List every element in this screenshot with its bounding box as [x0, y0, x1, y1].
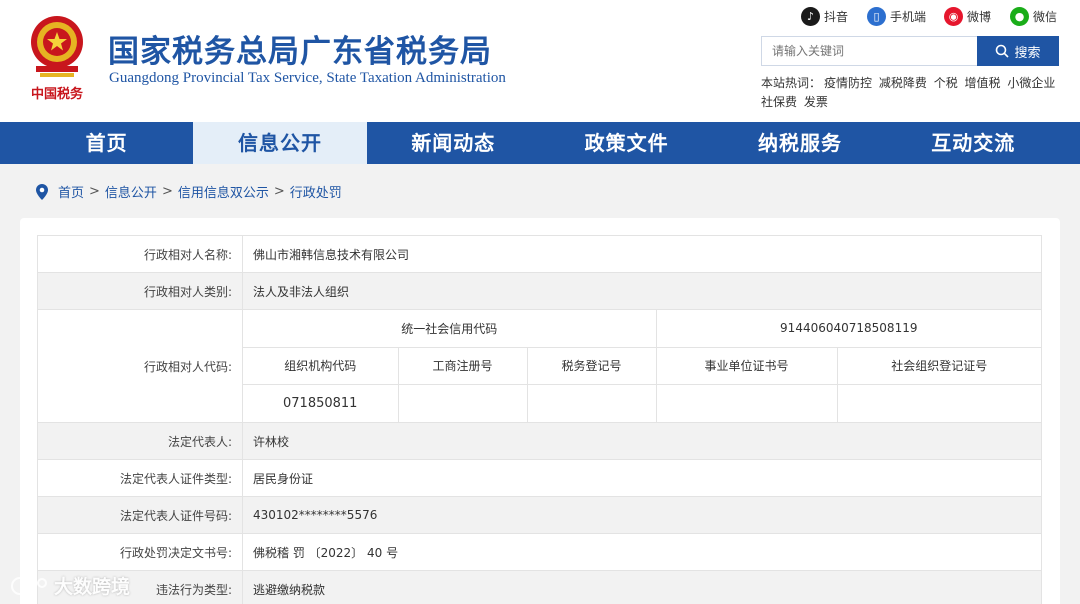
hot-words: 本站热词： 疫情防控 减税降费 个税 增值税 小微企业 社保费 发票	[761, 74, 1061, 112]
location-pin-icon	[36, 183, 48, 200]
hot-word[interactable]: 个税	[934, 76, 958, 90]
table-row: 行政相对人代码: 统一社会信用代码 914406040718508119 组织机…	[37, 309, 1042, 423]
breadcrumb-separator: >	[161, 184, 173, 199]
field-value: 佛山市湘韩信息技术有限公司	[242, 235, 1042, 273]
uscc-label: 统一社会信用代码	[243, 310, 657, 348]
nav-item-info-disclosure[interactable]: 信息公开	[193, 122, 367, 164]
code-value	[836, 383, 1041, 422]
social-label: 手机端	[890, 10, 927, 24]
field-label: 行政相对人名称:	[37, 235, 243, 273]
code-header: 社会组织登记证号	[836, 346, 1041, 385]
breadcrumb-penalty[interactable]: 行政处罚	[290, 182, 342, 201]
field-value: 法人及非法人组织	[242, 272, 1042, 310]
field-label: 法定代表人证件号码:	[37, 496, 243, 534]
weibo-icon: ◉	[944, 7, 963, 26]
social-mobile-link[interactable]: ▯ 手机端	[867, 7, 926, 26]
watermark: 大数跨境	[10, 572, 130, 599]
code-header: 事业单位证书号	[655, 346, 838, 385]
table-row: 行政相对人类别: 法人及非法人组织	[37, 272, 1042, 310]
breadcrumb-credit[interactable]: 信用信息双公示	[178, 182, 269, 201]
watermark-logo-icon	[11, 576, 47, 595]
code-header: 税务登记号	[526, 346, 657, 385]
penalty-detail-table: 行政相对人名称: 佛山市湘韩信息技术有限公司 行政相对人类别: 法人及非法人组织…	[37, 235, 1042, 604]
field-label: 行政处罚决定文书号:	[37, 533, 243, 571]
hot-word[interactable]: 社保费	[761, 95, 797, 109]
search-input[interactable]	[761, 36, 978, 66]
nav-item-home[interactable]: 首页	[20, 122, 193, 164]
field-value: 430102********5576	[242, 496, 1042, 534]
wechat-icon: ●	[1010, 7, 1029, 26]
field-value: 许林校	[242, 422, 1042, 460]
code-value	[526, 383, 657, 422]
code-subtable: 统一社会信用代码 914406040718508119 组织机构代码 工商注册号…	[243, 310, 1041, 422]
hot-word[interactable]: 减税降费	[879, 76, 927, 90]
site-subtitle: Guangdong Provincial Tax Service, State …	[109, 70, 506, 86]
social-label: 抖音	[824, 10, 849, 24]
table-row: 行政处罚决定文书号: 佛税稽 罚 〔2022〕 40 号	[37, 533, 1042, 571]
hot-words-label: 本站热词：	[761, 76, 822, 90]
field-value: 逃避缴纳税款	[242, 570, 1042, 604]
breadcrumb-separator: >	[89, 184, 100, 199]
code-value: 071850811	[243, 383, 399, 422]
code-value	[655, 383, 838, 422]
table-row: 法定代表人: 许林校	[37, 422, 1042, 460]
uscc-value: 914406040718508119	[655, 310, 1041, 348]
nav-item-policy[interactable]: 政策文件	[540, 122, 713, 164]
table-row: 法定代表人证件号码: 430102********5576	[37, 496, 1042, 534]
tiktok-icon: ♪	[801, 7, 820, 26]
search-icon	[996, 44, 1010, 58]
social-label: 微信	[1033, 10, 1058, 24]
hot-word[interactable]: 小微企业	[1007, 76, 1055, 90]
tax-emblem-logo[interactable]: 中国税务	[22, 12, 92, 104]
mobile-icon: ▯	[867, 7, 886, 26]
search-button[interactable]: 搜索	[977, 36, 1059, 66]
table-row: 行政相对人名称: 佛山市湘韩信息技术有限公司	[37, 235, 1042, 273]
emblem-text: 中国税务	[31, 86, 84, 102]
field-label: 法定代表人证件类型:	[37, 459, 243, 497]
nav-item-tax-service[interactable]: 纳税服务	[713, 122, 886, 164]
breadcrumb-info-disclosure[interactable]: 信息公开	[105, 182, 157, 201]
code-header: 工商注册号	[397, 346, 528, 385]
nav-item-interaction[interactable]: 互动交流	[887, 122, 1060, 164]
code-value	[397, 383, 528, 422]
table-row: 法定代表人证件类型: 居民身份证	[37, 459, 1042, 497]
main-nav: 首页 信息公开 新闻动态 政策文件 纳税服务 互动交流	[0, 122, 1080, 164]
nav-item-news[interactable]: 新闻动态	[367, 122, 540, 164]
hot-word[interactable]: 疫情防控	[824, 76, 872, 90]
field-label: 行政相对人代码:	[37, 309, 243, 423]
site-title: 国家税务总局广东省税务局	[108, 34, 492, 70]
breadcrumb: 首页 > 信息公开 > 信用信息双公示 > 行政处罚	[36, 182, 342, 201]
hot-word[interactable]: 增值税	[965, 76, 1001, 90]
field-label: 法定代表人:	[37, 422, 243, 460]
social-weibo-link[interactable]: ◉ 微博	[944, 7, 991, 26]
social-label: 微博	[967, 10, 992, 24]
penalty-detail-panel: 行政相对人名称: 佛山市湘韩信息技术有限公司 行政相对人类别: 法人及非法人组织…	[20, 218, 1060, 604]
site-header: 中国税务 国家税务总局广东省税务局 Guangdong Provincial T…	[0, 0, 1080, 122]
field-value: 居民身份证	[242, 459, 1042, 497]
hot-word[interactable]: 发票	[804, 95, 828, 109]
table-row: 违法行为类型: 逃避缴纳税款	[37, 570, 1042, 604]
social-wechat-link[interactable]: ● 微信	[1010, 7, 1057, 26]
social-tiktok-link[interactable]: ♪ 抖音	[801, 7, 848, 26]
code-subtable-cell: 统一社会信用代码 914406040718508119 组织机构代码 工商注册号…	[242, 309, 1042, 423]
field-label: 行政相对人类别:	[37, 272, 243, 310]
breadcrumb-home[interactable]: 首页	[58, 182, 84, 201]
field-value: 佛税稽 罚 〔2022〕 40 号	[242, 533, 1042, 571]
search-button-label: 搜索	[1014, 45, 1041, 61]
breadcrumb-separator: >	[273, 184, 285, 199]
watermark-text: 大数跨境	[54, 576, 131, 598]
code-header: 组织机构代码	[243, 346, 399, 385]
